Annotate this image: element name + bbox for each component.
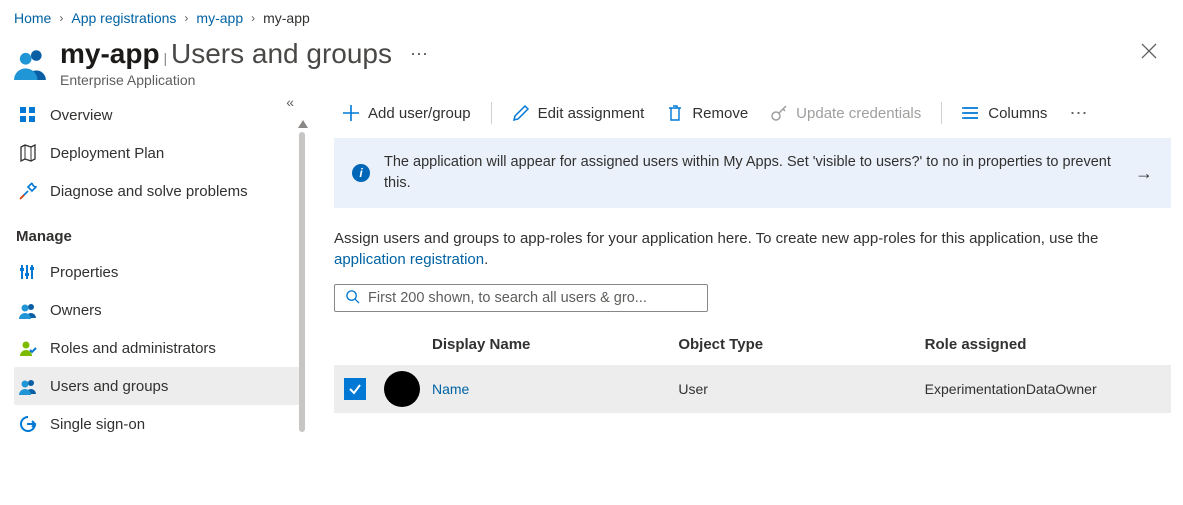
table-row[interactable]: Name User ExperimentationDataOwner [334,365,1171,413]
cell-object-type: User [678,381,924,397]
description-text: Assign users and groups to app-roles for… [334,208,1171,278]
cell-role-assigned: ExperimentationDataOwner [925,381,1171,397]
app-registration-link[interactable]: application registration [334,251,484,268]
close-button[interactable] [1133,38,1165,69]
sidebar-item-users-groups[interactable]: Users and groups [14,367,300,405]
grid-icon [18,105,38,125]
sidebar: « Overview Deployment Plan Diagnose and … [0,92,300,487]
more-actions-button[interactable]: ⋯ [410,44,430,65]
sidebar-section-manage: Manage [14,210,300,253]
add-user-group-button[interactable]: Add user/group [334,100,479,126]
sidebar-item-owners[interactable]: Owners [14,291,300,329]
edit-assignment-button[interactable]: Edit assignment [504,100,653,126]
sso-icon [18,414,38,434]
sidebar-item-label: Deployment Plan [50,145,164,162]
page-title: my-app | Users and groups [60,38,392,70]
breadcrumb-my-app[interactable]: my-app [196,10,243,26]
key-icon [770,104,788,122]
trash-icon [666,104,684,122]
columns-button[interactable]: Columns [954,100,1055,126]
page-subtitle: Enterprise Application [60,72,1133,88]
toolbar: Add user/group Edit assignment Remove Up [334,92,1171,138]
breadcrumb: Home › App registrations › my-app › my-a… [0,0,1183,32]
toolbar-more-button[interactable]: ⋯ [1069,103,1089,124]
map-icon [18,143,38,163]
info-banner: i The application will appear for assign… [334,138,1171,208]
properties-icon [18,262,38,282]
search-box[interactable] [334,284,708,312]
sidebar-item-overview[interactable]: Overview [14,96,300,134]
toolbar-divider [941,102,942,124]
breadcrumb-app-registrations[interactable]: App registrations [71,10,176,26]
sidebar-item-diagnose[interactable]: Diagnose and solve problems [14,172,300,210]
column-object-type[interactable]: Object Type [678,336,924,353]
users-groups-icon [18,376,38,396]
wrench-icon [18,181,38,201]
sidebar-item-label: Properties [50,264,118,281]
chevron-right-icon: › [59,11,63,25]
sidebar-item-properties[interactable]: Properties [14,253,300,291]
sidebar-item-label: Diagnose and solve problems [50,183,248,200]
breadcrumb-home[interactable]: Home [14,10,51,26]
update-credentials-button: Update credentials [762,100,929,126]
plus-icon [342,104,360,122]
info-icon: i [352,164,370,182]
toolbar-divider [491,102,492,124]
sidebar-item-roles[interactable]: Roles and administrators [14,329,300,367]
banner-dismiss-arrow[interactable]: → [1135,163,1153,184]
chevron-right-icon: › [251,11,255,25]
collapse-sidebar-button[interactable]: « [286,94,294,110]
chevron-right-icon: › [184,11,188,25]
table-header-row: Display Name Object Type Role assigned [334,330,1171,365]
avatar [384,371,420,407]
sidebar-item-sso[interactable]: Single sign-on [14,405,300,443]
scrollbar[interactable] [297,120,305,440]
search-input[interactable] [368,290,697,306]
info-banner-text: The application will appear for assigned… [384,152,1121,194]
sidebar-item-label: Overview [50,107,113,124]
roles-icon [18,338,38,358]
sidebar-item-deployment-plan[interactable]: Deployment Plan [14,134,300,172]
main-content: Add user/group Edit assignment Remove Up [300,92,1183,487]
sidebar-item-label: Roles and administrators [50,340,216,357]
column-role-assigned[interactable]: Role assigned [925,336,1171,353]
cell-display-name[interactable]: Name [432,381,678,397]
users-table: Display Name Object Type Role assigned N… [334,330,1171,413]
breadcrumb-current[interactable]: my-app [263,10,310,26]
columns-icon [962,104,980,122]
search-icon [345,289,360,307]
page-header: my-app | Users and groups ⋯ Enterprise A… [0,32,1183,92]
row-checkbox[interactable] [344,378,366,400]
pencil-icon [512,104,530,122]
sidebar-item-label: Owners [50,302,102,319]
enterprise-app-icon [14,46,48,80]
sidebar-item-label: Users and groups [50,378,168,395]
sidebar-item-label: Single sign-on [50,416,145,433]
remove-button[interactable]: Remove [658,100,756,126]
column-display-name[interactable]: Display Name [432,336,678,353]
owners-icon [18,300,38,320]
